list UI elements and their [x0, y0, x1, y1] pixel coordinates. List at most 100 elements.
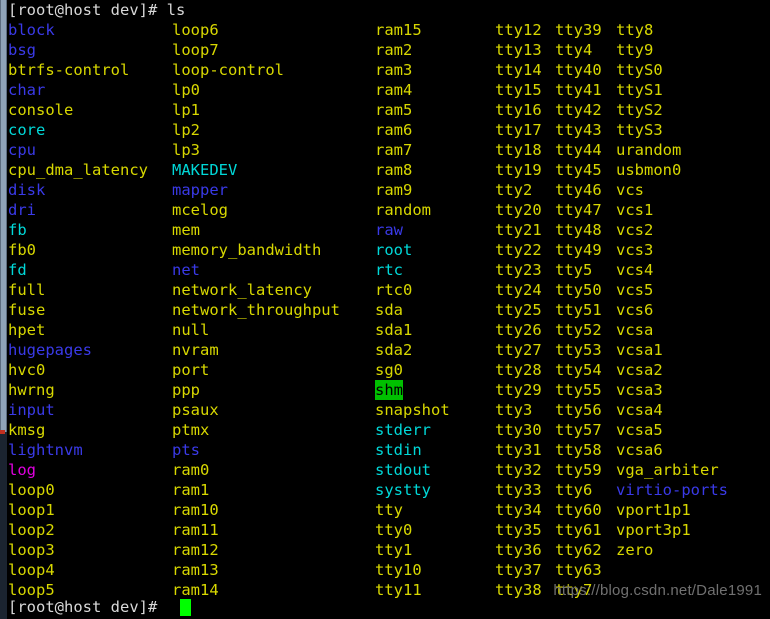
ls-entry: urandom [616, 141, 682, 159]
ls-entry: rtc [375, 261, 403, 279]
ls-entry: memory_bandwidth [172, 241, 322, 259]
ls-entry: mapper [172, 181, 228, 199]
ls-entry: tty8 [616, 21, 654, 39]
ls-entry: port [172, 361, 210, 379]
ls-entry: tty40 [555, 61, 602, 79]
ls-entry: tty55 [555, 381, 602, 399]
ls-entry: vcsa [616, 321, 654, 339]
ls-entry: ttyS1 [616, 81, 663, 99]
ls-entry: tty14 [495, 61, 542, 79]
ls-entry: fb0 [8, 241, 36, 259]
ls-entry: tty31 [495, 441, 542, 459]
ls-entry: loop-control [172, 61, 284, 79]
ls-entry: vcs2 [616, 221, 654, 239]
ls-entry: stderr [375, 421, 431, 439]
ls-entry: root [375, 241, 413, 259]
ls-entry: tty39 [555, 21, 602, 39]
terminal-window[interactable]: [root@host dev]# ls block bsg btrfs-contro… [0, 0, 770, 619]
ls-entry: ram15 [375, 21, 422, 39]
ls-entry: ram11 [172, 521, 219, 539]
ls-entry: vcs6 [616, 301, 654, 319]
ls-entry: tty5 [555, 261, 593, 279]
ls-entry: vcsa6 [616, 441, 663, 459]
ls-entry: tty52 [555, 321, 602, 339]
ls-entry: tty49 [555, 241, 602, 259]
ls-entry: network_throughput [172, 301, 340, 319]
text-cursor [180, 599, 191, 616]
ls-entry: btrfs-control [8, 61, 130, 79]
ls-entry: tty16 [495, 101, 542, 119]
ls-entry: ppp [172, 381, 200, 399]
ls-entry: ram3 [375, 61, 413, 79]
ls-entry: tty47 [555, 201, 602, 219]
ls-entry: shm [375, 380, 403, 400]
ls-entry: tty33 [495, 481, 542, 499]
ls-entry: fuse [8, 301, 46, 319]
ls-entry: lp0 [172, 81, 200, 99]
ls-entry: tty3 [495, 401, 533, 419]
ls-entry: tty50 [555, 281, 602, 299]
ls-entry: tty62 [555, 541, 602, 559]
ls-entry: cpu_dma_latency [8, 161, 148, 179]
ls-entry: tty0 [375, 521, 413, 539]
ls-entry: loop4 [8, 561, 55, 579]
ls-entry: hwrng [8, 381, 55, 399]
ls-entry: tty42 [555, 101, 602, 119]
ls-entry: ram8 [375, 161, 413, 179]
ls-entry: vcs [616, 181, 644, 199]
ls-entry: fd [8, 261, 27, 279]
ls-entry: ram1 [172, 481, 210, 499]
ls-entry: core [8, 121, 46, 139]
ls-entry: vcsa5 [616, 421, 663, 439]
ls-entry: tty63 [555, 561, 602, 579]
terminal-scrollbar[interactable] [0, 0, 7, 619]
ls-entry: kmsg [8, 421, 46, 439]
ls-entry: input [8, 401, 55, 419]
ls-entry: lp2 [172, 121, 200, 139]
ls-entry: tty12 [495, 21, 542, 39]
ls-entry: vcsa1 [616, 341, 663, 359]
ls-entry: vcs3 [616, 241, 654, 259]
ls-entry: tty2 [495, 181, 533, 199]
ls-entry: bsg [8, 41, 36, 59]
terminal-screen[interactable]: [root@host dev]# ls block bsg btrfs-contro… [8, 0, 770, 619]
ls-entry: vcs4 [616, 261, 654, 279]
command-prompt-line: [root@host dev]# ls [8, 1, 186, 19]
ls-entry: ttyS3 [616, 121, 663, 139]
ls-entry: tty57 [555, 421, 602, 439]
ls-entry: tty25 [495, 301, 542, 319]
ls-entry: vcs5 [616, 281, 654, 299]
ls-entry: null [172, 321, 210, 339]
scrollbar-marker [0, 430, 5, 434]
scrollbar-thumb[interactable] [0, 0, 7, 432]
ls-entry: mcelog [172, 201, 228, 219]
ls-entry: hugepages [8, 341, 92, 359]
ls-entry: network_latency [172, 281, 312, 299]
ls-entry: loop3 [8, 541, 55, 559]
ls-entry: tty48 [555, 221, 602, 239]
ls-entry: tty21 [495, 221, 542, 239]
ls-entry: virtio-ports [616, 481, 728, 499]
ls-entry: ram2 [375, 41, 413, 59]
ls-entry: tty24 [495, 281, 542, 299]
ls-entry: pts [172, 441, 200, 459]
ls-entry: tty44 [555, 141, 602, 159]
ls-entry: log [8, 461, 36, 479]
ls-entry: ram5 [375, 101, 413, 119]
ls-entry: net [172, 261, 200, 279]
ls-entry: tty61 [555, 521, 602, 539]
ls-entry: console [8, 101, 74, 119]
ls-entry: cpu [8, 141, 36, 159]
ls-entry: loop0 [8, 481, 55, 499]
ls-entry: dri [8, 201, 36, 219]
ls-entry: systty [375, 481, 431, 499]
ls-entry: tty1 [375, 541, 413, 559]
ls-entry: tty30 [495, 421, 542, 439]
ls-entry: loop7 [172, 41, 219, 59]
ls-entry: tty27 [495, 341, 542, 359]
ls-entry: stdin [375, 441, 422, 459]
ls-entry: vcsa2 [616, 361, 663, 379]
ls-entry: lightnvm [8, 441, 83, 459]
ls-entry: ttyS2 [616, 101, 663, 119]
ls-entry: tty34 [495, 501, 542, 519]
